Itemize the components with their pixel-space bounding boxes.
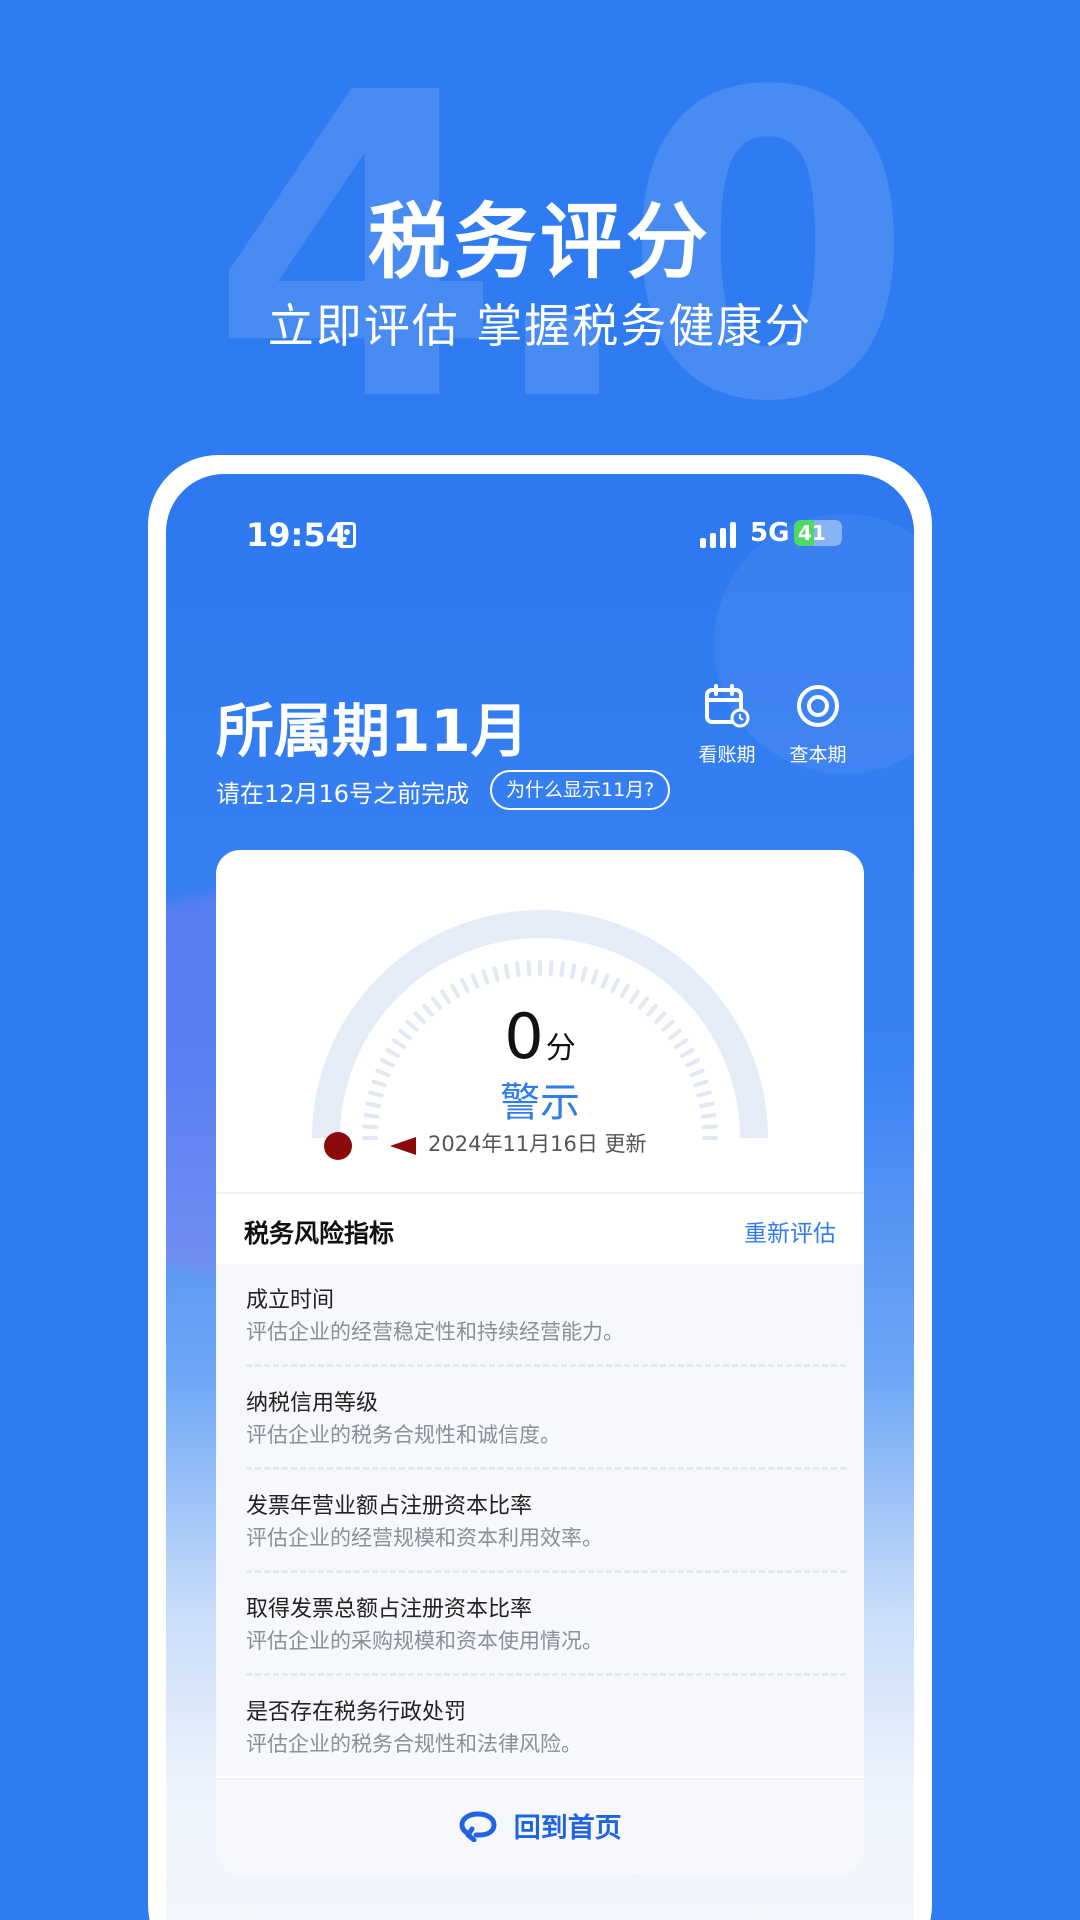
period-title: 所属期11月 bbox=[216, 697, 529, 765]
list-item[interactable]: 成立时间 评估企业的经营稳定性和持续经营能力。 bbox=[246, 1264, 846, 1367]
risk-indicator-list: 成立时间 评估企业的经营稳定性和持续经营能力。 纳税信用等级 评估企业的税务合规… bbox=[216, 1264, 864, 1776]
indicator-name: 纳税信用等级 bbox=[246, 1391, 379, 1416]
indicator-name: 取得发票总额占注册资本比率 bbox=[246, 1597, 533, 1622]
view-billing-period-button[interactable]: 看账期 bbox=[682, 684, 772, 767]
gauge-tick bbox=[559, 961, 565, 978]
list-item[interactable]: 是否存在税务行政处罚 评估企业的税务合规性和法律风险。 bbox=[246, 1676, 846, 1779]
gauge-tick bbox=[492, 965, 500, 982]
battery-icon: 41 bbox=[794, 520, 842, 546]
gauge-indicator-dot bbox=[324, 1132, 352, 1160]
score-value: 0 bbox=[504, 1000, 544, 1073]
home-bar: 回到首页 bbox=[216, 1778, 864, 1874]
gauge-tick bbox=[481, 969, 490, 985]
risk-section-title: 税务风险指标 bbox=[244, 1219, 395, 1248]
gauge-tick bbox=[526, 960, 532, 977]
promo-title: 税务评分 bbox=[367, 195, 712, 290]
calendar-clock-icon bbox=[705, 684, 750, 728]
gauge-tick bbox=[515, 961, 521, 978]
indicator-desc: 评估企业的经营稳定性和持续经营能力。 bbox=[246, 1320, 624, 1344]
status-time: 19:54 bbox=[246, 516, 348, 554]
gauge-tick bbox=[503, 963, 511, 980]
score-level: 警示 bbox=[500, 1080, 580, 1126]
view-billing-period-label: 看账期 bbox=[698, 744, 756, 766]
indicator-name: 是否存在税务行政处罚 bbox=[246, 1700, 467, 1725]
indicator-desc: 评估企业的税务合规性和法律风险。 bbox=[246, 1732, 582, 1756]
gauge-tick bbox=[548, 960, 554, 977]
network-type: 5G bbox=[750, 518, 790, 548]
gauge-tick bbox=[460, 978, 470, 993]
status-bar: 19:54 5G 41 bbox=[166, 514, 914, 564]
check-current-period-button[interactable]: 查本期 bbox=[773, 684, 863, 767]
list-item[interactable]: 纳税信用等级 评估企业的税务合规性和诚信度。 bbox=[246, 1367, 846, 1470]
battery-level: 41 bbox=[798, 521, 826, 545]
gauge-tick bbox=[620, 983, 630, 998]
list-item[interactable]: 发票年营业额占注册资本比率 评估企业的经营规模和资本利用效率。 bbox=[246, 1470, 846, 1573]
why-period-button[interactable]: 为什么显示11月? bbox=[490, 770, 671, 810]
indicator-desc: 评估企业的税务合规性和诚信度。 bbox=[246, 1423, 561, 1447]
indicator-desc: 评估企业的经营规模和资本利用效率。 bbox=[246, 1526, 603, 1550]
reevaluate-button[interactable]: 重新评估 bbox=[744, 1214, 836, 1248]
signal-icon bbox=[700, 522, 740, 548]
check-current-period-label: 查本期 bbox=[789, 744, 847, 766]
indicator-desc: 评估企业的采购规模和资本使用情况。 bbox=[246, 1629, 603, 1653]
back-home-button[interactable]: 回到首页 bbox=[216, 1806, 864, 1845]
score-card: 0分 警示 2024年11月16日 更新 税务风险指标 重新评估 成立时间 评估… bbox=[216, 850, 864, 1874]
gauge-tick bbox=[450, 983, 460, 998]
gauge-pointer bbox=[390, 1137, 416, 1155]
update-date: 2024年11月16日 更新 bbox=[428, 1132, 647, 1156]
list-item[interactable]: 取得发票总额占注册资本比率 评估企业的采购规模和资本使用情况。 bbox=[246, 1573, 846, 1676]
return-arrow-icon bbox=[459, 1811, 497, 1842]
promo-subtitle: 立即评估 掌握税务健康分 bbox=[267, 299, 813, 353]
risk-section-header: 税务风险指标 重新评估 bbox=[216, 1192, 864, 1264]
gauge-tick bbox=[580, 965, 588, 982]
gauge-tick bbox=[600, 973, 610, 989]
indicator-name: 成立时间 bbox=[246, 1288, 335, 1313]
phone-screen: 19:54 5G 41 所属期11月 请在12月16号之前完成 为什么显示11月… bbox=[166, 474, 914, 1920]
gauge-tick bbox=[569, 963, 577, 980]
score-display: 0分 bbox=[216, 1000, 864, 1073]
id-card-icon bbox=[338, 522, 356, 548]
gauge-tick bbox=[470, 973, 480, 989]
score-unit: 分 bbox=[545, 1031, 576, 1066]
gauge-tick bbox=[590, 969, 599, 985]
deadline-text: 请在12月16号之前完成 bbox=[216, 780, 470, 808]
indicator-name: 发票年营业额占注册资本比率 bbox=[246, 1494, 533, 1519]
target-ring-icon bbox=[797, 685, 839, 727]
gauge-tick bbox=[610, 978, 620, 993]
back-home-label: 回到首页 bbox=[513, 1813, 622, 1844]
